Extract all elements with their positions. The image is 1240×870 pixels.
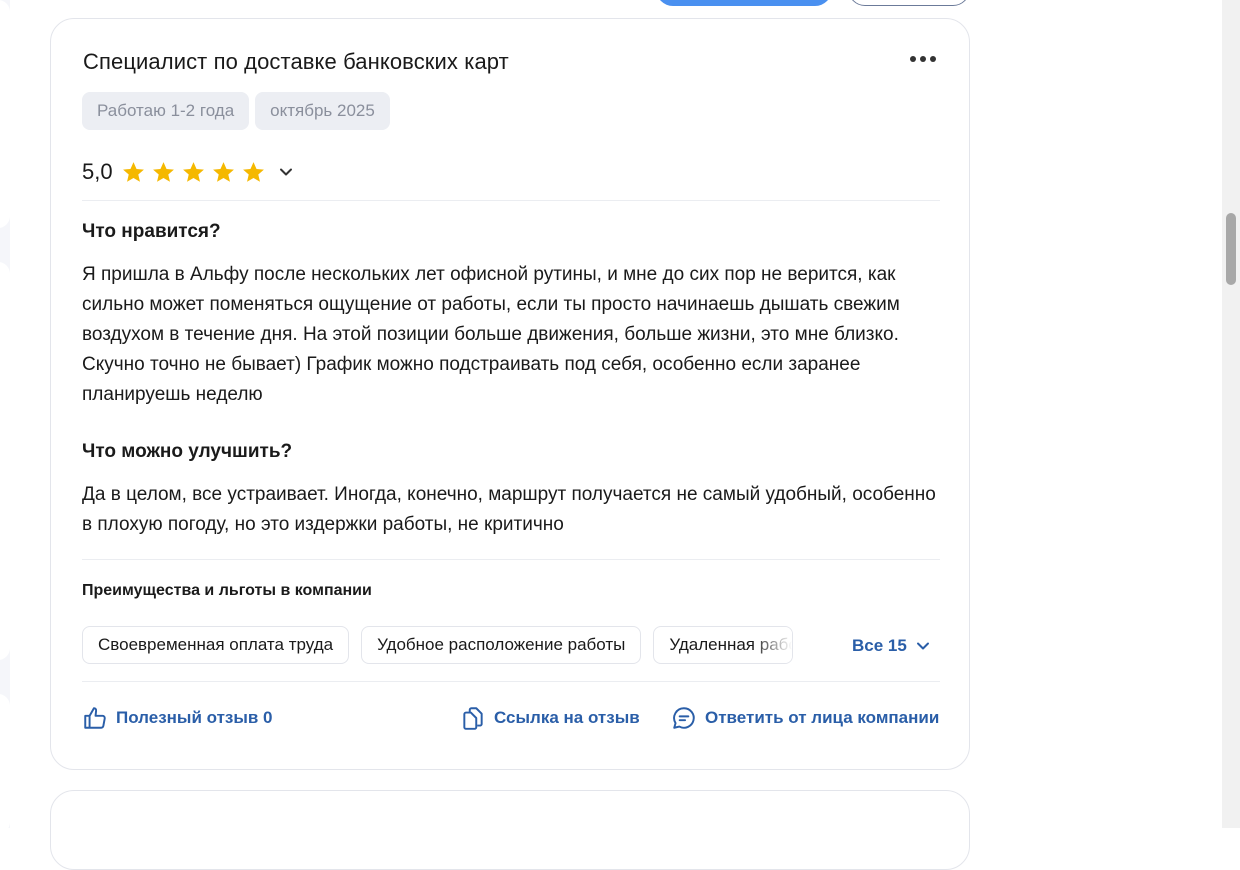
useful-review-label: Полезный отзыв 0 bbox=[116, 708, 273, 727]
chevron-down-icon[interactable] bbox=[276, 162, 296, 182]
show-all-benefits-link[interactable]: Все 15 bbox=[852, 636, 933, 656]
benefits-list: Своевременная оплата труда Удобное распо… bbox=[82, 626, 794, 664]
chat-icon bbox=[673, 707, 695, 729]
thumbs-up-icon bbox=[84, 707, 106, 729]
sidebar-card-top bbox=[0, 0, 10, 228]
useful-review-button[interactable]: Полезный отзыв 0 bbox=[82, 705, 273, 731]
copy-link-label: Ссылка на отзыв bbox=[494, 708, 640, 727]
divider bbox=[82, 200, 940, 201]
divider bbox=[82, 559, 940, 560]
more-options-icon[interactable] bbox=[907, 49, 939, 69]
star-icon bbox=[152, 161, 174, 182]
likes-text: Я пришла в Альфу после нескольких лет оф… bbox=[82, 264, 900, 405]
tag-experience: Работаю 1-2 года bbox=[82, 92, 250, 130]
scrollbar-thumb[interactable] bbox=[1226, 213, 1236, 285]
top-primary-button[interactable] bbox=[656, 0, 832, 6]
show-all-benefits-label: Все 15 bbox=[852, 636, 907, 655]
rating-stars bbox=[121, 160, 266, 185]
sidebar-card-bottom bbox=[0, 694, 10, 834]
reply-as-company-button[interactable]: Ответить от лица компании bbox=[671, 705, 939, 731]
rating-value: 5,0 bbox=[82, 159, 113, 184]
review-title: Специалист по доставке банковских карт bbox=[83, 49, 509, 74]
improve-heading: Что можно улучшить? bbox=[82, 441, 293, 462]
copy-icon bbox=[463, 707, 483, 730]
star-icon bbox=[242, 161, 264, 182]
benefit-chip: Удобное расположение работы bbox=[361, 626, 642, 664]
next-review-card bbox=[50, 790, 970, 870]
review-actions: Полезный отзыв 0 Ссылка на отзыв Ответит… bbox=[82, 705, 940, 733]
star-icon bbox=[212, 161, 234, 182]
sidebar-card-middle bbox=[0, 262, 10, 660]
benefit-chip: Своевременная оплата труда bbox=[82, 626, 350, 664]
benefit-chip: Удаленная работа bbox=[653, 626, 794, 664]
top-secondary-button[interactable] bbox=[848, 0, 970, 6]
divider bbox=[82, 681, 940, 682]
scrollbar-track[interactable] bbox=[1222, 0, 1240, 828]
tag-date: октябрь 2025 bbox=[255, 92, 390, 130]
rating-row: 5,0 bbox=[82, 159, 296, 185]
improve-text: Да в целом, все устраивает. Иногда, коне… bbox=[82, 484, 936, 535]
chevron-down-icon bbox=[916, 642, 929, 650]
star-icon bbox=[182, 161, 204, 182]
benefits-heading: Преимущества и льготы в компании bbox=[82, 582, 372, 599]
review-card: Специалист по доставке банковских карт Р… bbox=[50, 18, 970, 770]
reply-as-company-label: Ответить от лица компании bbox=[705, 708, 940, 727]
star-icon bbox=[122, 161, 144, 182]
likes-heading: Что нравится? bbox=[82, 221, 221, 242]
review-tags: Работаю 1-2 года октябрь 2025 bbox=[82, 92, 390, 130]
copy-link-button[interactable]: Ссылка на отзыв bbox=[460, 705, 640, 731]
